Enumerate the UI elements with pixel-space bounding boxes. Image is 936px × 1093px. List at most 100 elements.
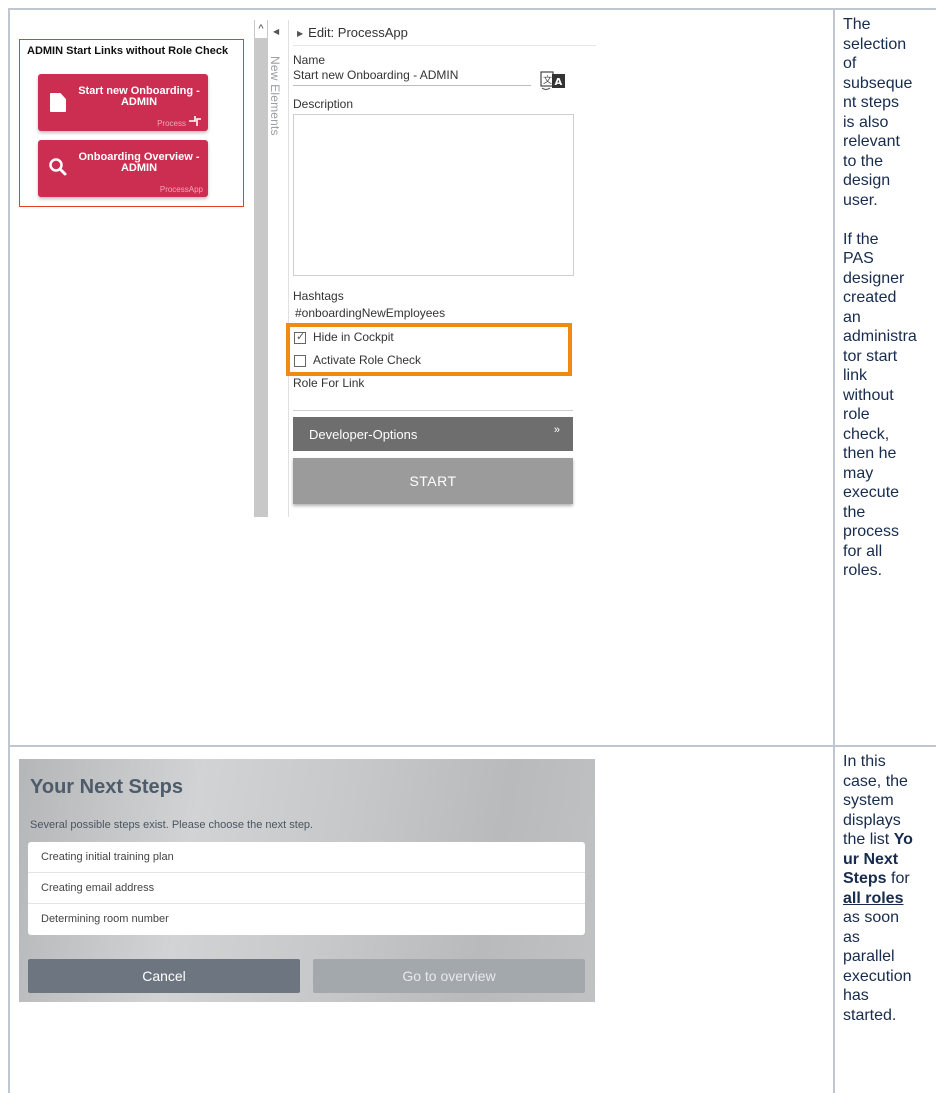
note-design-user: The selection of subseque nt steps is al… — [843, 15, 935, 581]
note-bold-text: Yo — [893, 831, 913, 848]
tile-sublabel: Process — [157, 119, 186, 128]
start-button[interactable]: START — [293, 458, 573, 504]
note-line: tor start — [843, 347, 898, 365]
note-line: an — [843, 308, 861, 326]
cursor-corner-icon — [189, 116, 201, 126]
list-item[interactable]: Determining room number — [28, 904, 585, 935]
note-line: The — [843, 16, 871, 33]
next-steps-list: Creating initial training plan Creating … — [28, 842, 585, 935]
note-underlined-text: all roles — [843, 889, 904, 907]
note-line: execution — [843, 967, 912, 985]
description-textarea[interactable] — [293, 114, 574, 276]
note-line: is also — [843, 113, 889, 131]
note-line: as — [843, 928, 860, 946]
note-text: for — [886, 870, 910, 887]
note-line: system — [843, 792, 894, 809]
tile-label: Onboarding Overview - ADMIN — [78, 151, 200, 174]
table-border-top — [8, 8, 936, 10]
document-icon — [50, 93, 66, 112]
note-line: to the — [843, 152, 884, 170]
name-input[interactable]: Start new Onboarding - ADMIN — [293, 68, 458, 82]
next-steps-subtitle: Several possible steps exist. Please cho… — [30, 819, 314, 831]
note-line: has — [843, 987, 869, 1004]
scroll-up-arrow-icon[interactable]: ^ — [255, 20, 267, 38]
next-steps-dialog: Your Next Steps Several possible steps e… — [19, 759, 595, 1002]
search-icon — [49, 158, 67, 176]
note-line: roles. — [843, 562, 883, 579]
new-elements-vertical-tab[interactable]: New Elements — [268, 56, 282, 136]
developer-options-toggle[interactable]: Developer-Options » — [293, 417, 573, 451]
admin-start-links-panel: ADMIN Start Links without Role Check Sta… — [19, 39, 244, 207]
note-line: relevant — [843, 133, 900, 150]
hashtags-value[interactable]: #onboardingNewEmployees — [295, 306, 445, 320]
name-label: Name — [293, 53, 326, 67]
note-line: then he — [843, 445, 897, 462]
note-line: as soon — [843, 909, 900, 926]
note-line: role — [843, 406, 870, 423]
note-line: check, — [843, 425, 890, 443]
translate-icon[interactable]: 文 A — [540, 69, 566, 91]
note-line: for all — [843, 542, 883, 560]
name-input-underline — [293, 85, 531, 86]
note-line: link — [843, 367, 868, 384]
note-line: user. — [843, 191, 878, 209]
note-line: may — [843, 464, 874, 482]
note-line: the list Yo — [843, 830, 935, 850]
note-line: created — [843, 289, 897, 306]
table-border-left — [8, 8, 10, 1093]
next-steps-title: Your Next Steps — [30, 776, 183, 798]
start-button-label: START — [409, 473, 457, 489]
note-line: parallel — [843, 948, 895, 965]
note-line: the — [843, 503, 866, 521]
caret-right-icon: ▶ — [297, 29, 304, 38]
description-label: Description — [293, 97, 354, 111]
note-line: ur Next — [843, 850, 935, 870]
admin-panel-title: ADMIN Start Links without Role Check — [27, 45, 229, 57]
list-item[interactable]: Creating initial training plan — [28, 842, 585, 873]
collapse-left-icon[interactable]: ◀ — [273, 27, 279, 36]
role-for-link-input[interactable] — [293, 410, 573, 411]
note-line: started. — [843, 1006, 897, 1024]
note-line: displays — [843, 811, 901, 829]
note-next-steps: In this case, the system displays the li… — [843, 752, 935, 1025]
edit-panel-header[interactable]: ▶ Edit: ProcessApp — [297, 25, 408, 40]
checkbox-highlight-frame — [286, 323, 572, 376]
note-line: without — [843, 386, 894, 404]
svg-text:文: 文 — [543, 74, 552, 86]
tile-label: Start new Onboarding - ADMIN — [78, 85, 200, 108]
svg-text:A: A — [555, 77, 563, 88]
note-line: administra — [843, 328, 917, 345]
note-line: designer — [843, 269, 905, 287]
role-for-link-label: Role For Link — [293, 376, 365, 390]
panel-separator — [288, 20, 289, 517]
list-item[interactable]: Creating email address — [28, 873, 585, 904]
note-bold-text: ur Next — [843, 850, 899, 868]
edit-panel-title: Edit: ProcessApp — [308, 25, 408, 40]
note-line: PAS — [843, 250, 874, 267]
note-line: case, the — [843, 772, 908, 790]
note-line: of — [843, 55, 857, 72]
scrollbar-track[interactable] — [254, 20, 268, 517]
table-divider-horizontal — [8, 745, 936, 747]
table-divider-vertical — [833, 8, 835, 1093]
note-line: execute — [843, 484, 900, 501]
double-chevron-down-icon: » — [553, 424, 560, 436]
tile-sublabel: ProcessApp — [159, 185, 203, 194]
hashtags-label: Hashtags — [293, 289, 344, 303]
header-divider — [293, 45, 596, 46]
note-line: If the — [843, 230, 879, 248]
cancel-button[interactable]: Cancel — [28, 959, 300, 993]
note-line: nt steps — [843, 94, 900, 111]
note-line: In this — [843, 753, 886, 770]
note-line: all roles — [843, 889, 935, 909]
note-line: Steps for — [843, 869, 935, 889]
note-line: selection — [843, 35, 907, 53]
start-onboarding-admin-tile[interactable]: Start new Onboarding - ADMIN Process — [38, 74, 208, 131]
note-line: subseque — [843, 74, 913, 92]
note-text: the list — [843, 831, 894, 848]
note-line: design — [843, 172, 891, 189]
go-to-overview-button[interactable]: Go to overview — [313, 959, 585, 993]
onboarding-overview-admin-tile[interactable]: Onboarding Overview - ADMIN ProcessApp — [38, 140, 208, 197]
note-line: process — [843, 523, 900, 540]
developer-options-label: Developer-Options — [309, 427, 418, 442]
